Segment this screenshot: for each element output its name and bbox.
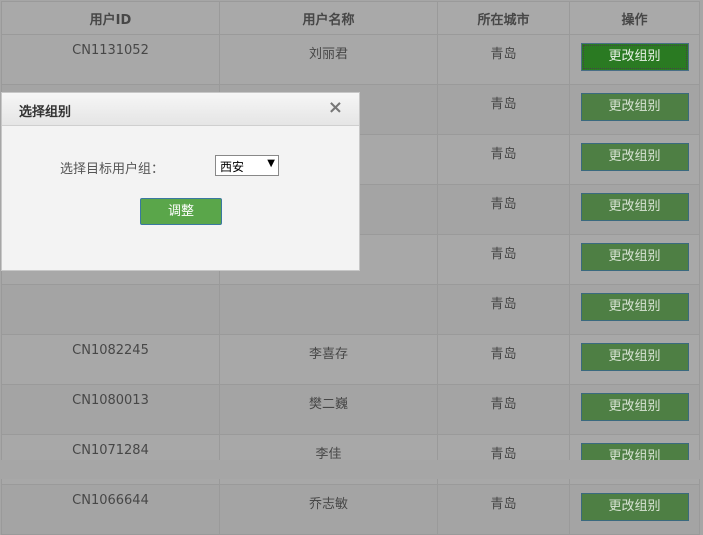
close-icon[interactable]: ×	[328, 99, 343, 117]
cell-action: 更改组别	[569, 184, 700, 235]
cell-user-name: 刘丽君	[219, 34, 438, 85]
cell-user-id: CN1080013	[1, 384, 220, 435]
change-group-button[interactable]: 更改组别	[580, 493, 689, 521]
change-group-button[interactable]: 更改组别	[580, 143, 689, 171]
cell-city: 青岛	[437, 484, 570, 535]
cell-action: 更改组别	[569, 384, 700, 435]
cell-city: 青岛	[437, 84, 570, 135]
chevron-down-icon: ▼	[267, 158, 275, 169]
change-group-button[interactable]: 更改组别	[580, 343, 689, 371]
cell-action: 更改组别	[569, 284, 700, 335]
cell-city: 青岛	[437, 134, 570, 185]
cell-action: 更改组别	[569, 34, 700, 85]
modal-header: 选择组别 ×	[2, 93, 359, 126]
target-group-select[interactable]: 西安 ▼	[215, 155, 279, 176]
cell-city: 青岛	[437, 234, 570, 285]
cell-user-id: CN1066644	[1, 484, 220, 535]
table-header-row: 用户ID 用户名称 所在城市 操作	[1, 1, 700, 35]
change-group-button[interactable]: 更改组别	[580, 293, 689, 321]
change-group-button[interactable]: 更改组别	[580, 93, 689, 121]
cell-user-name: 李喜存	[219, 334, 438, 385]
cell-action: 更改组别	[569, 484, 700, 535]
cell-city: 青岛	[437, 284, 570, 335]
cell-city: 青岛	[437, 184, 570, 235]
change-group-button[interactable]: 更改组别	[580, 243, 689, 271]
column-header-city: 所在城市	[437, 1, 570, 35]
change-group-button[interactable]: 更改组别	[580, 393, 689, 421]
cell-city: 青岛	[437, 384, 570, 435]
cell-user-id	[1, 284, 220, 335]
target-group-label: 选择目标用户组：	[60, 162, 165, 177]
table-row: CN1080013 樊二巍 青岛 更改组别	[1, 384, 700, 435]
cell-user-id: CN1131052	[1, 34, 220, 85]
adjust-button[interactable]: 调整	[140, 198, 222, 225]
page-footer-band	[0, 460, 703, 479]
change-group-button[interactable]: 更改组别	[580, 43, 689, 71]
cell-action: 更改组别	[569, 134, 700, 185]
selected-group-value: 西安	[220, 160, 245, 174]
cell-action: 更改组别	[569, 234, 700, 285]
cell-user-id: CN1082245	[1, 334, 220, 385]
cell-user-name	[219, 284, 438, 335]
modal-title: 选择组别	[19, 105, 72, 120]
table-row: 青岛 更改组别	[1, 284, 700, 335]
table-row: CN1066644 乔志敏 青岛 更改组别	[1, 484, 700, 535]
cell-action: 更改组别	[569, 84, 700, 135]
table-row: CN1082245 李喜存 青岛 更改组别	[1, 334, 700, 385]
column-header-user-id: 用户ID	[1, 1, 220, 35]
column-header-action: 操作	[569, 1, 700, 35]
change-group-button[interactable]: 更改组别	[580, 193, 689, 221]
select-group-modal: 选择组别 × 选择目标用户组： 西安 ▼ 调整	[1, 92, 360, 271]
cell-city: 青岛	[437, 34, 570, 85]
cell-user-name: 樊二巍	[219, 384, 438, 435]
table-row: CN1131052 刘丽君 青岛 更改组别	[1, 34, 700, 85]
cell-user-name: 乔志敏	[219, 484, 438, 535]
column-header-user-name: 用户名称	[219, 1, 438, 35]
cell-action: 更改组别	[569, 334, 700, 385]
cell-city: 青岛	[437, 334, 570, 385]
